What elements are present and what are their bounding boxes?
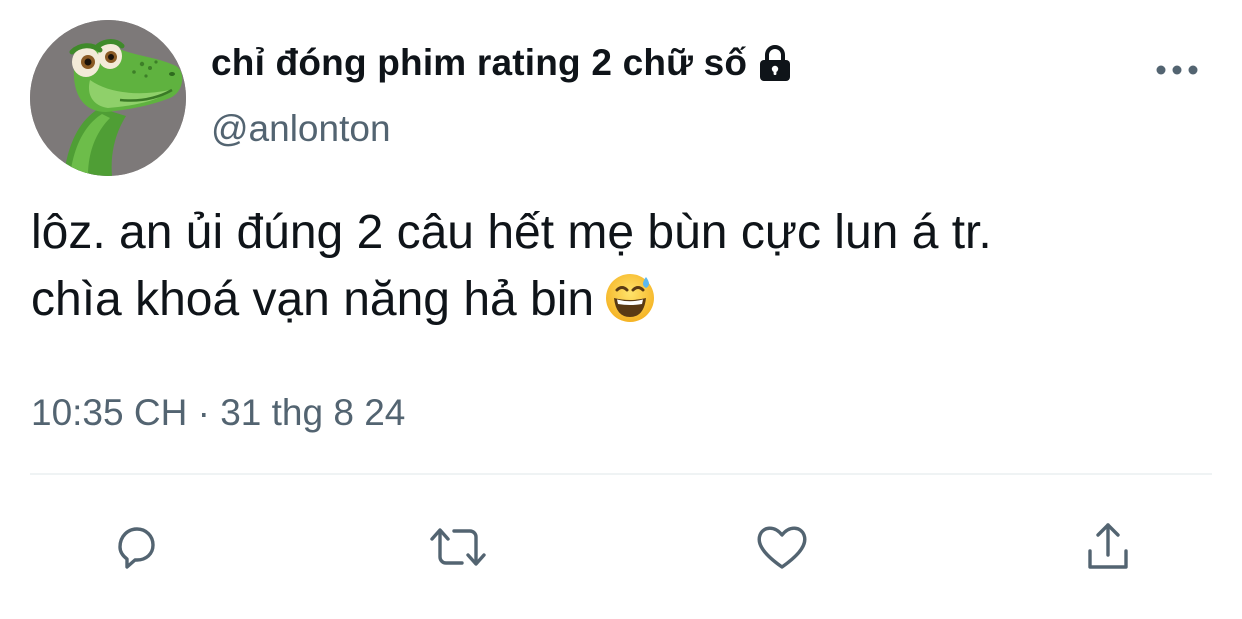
reply-button[interactable] — [104, 515, 168, 579]
tweet-timestamp[interactable]: 10:35 CH · 31 thg 8 24 — [31, 392, 405, 434]
share-icon — [1088, 523, 1128, 569]
display-name-row: chỉ đóng phim rating 2 chữ số — [211, 42, 795, 84]
lock-icon — [755, 43, 795, 83]
tweet-text: lôz. an ủi đúng 2 câu hết mẹ bùn cực lun… — [31, 199, 1211, 333]
retweet-icon — [430, 528, 486, 566]
tweet-text-line-2: chìa khoá vạn năng hả bin — [31, 266, 1211, 333]
like-icon — [757, 526, 807, 569]
tweet-text-line: chìa khoá vạn năng hả bin — [31, 273, 595, 326]
more-options-icon[interactable] — [1154, 58, 1200, 82]
display-name[interactable]: chỉ đóng phim rating 2 chữ số — [211, 42, 747, 84]
grinning-face-with-sweat-icon — [604, 271, 656, 323]
reply-icon — [118, 527, 155, 569]
divider — [30, 473, 1212, 475]
tweet-header: chỉ đóng phim rating 2 chữ số @anlonton — [30, 20, 1212, 176]
user-handle[interactable]: @anlonton — [211, 108, 391, 150]
dinosaur-avatar-icon — [30, 20, 186, 176]
like-button[interactable] — [750, 515, 814, 579]
action-bar — [0, 515, 1242, 579]
share-button[interactable] — [1076, 515, 1140, 579]
retweet-button[interactable] — [426, 515, 490, 579]
avatar[interactable] — [30, 20, 186, 176]
tweet-text-line: lôz. an ủi đúng 2 câu hết mẹ bùn cực lun… — [31, 206, 992, 259]
